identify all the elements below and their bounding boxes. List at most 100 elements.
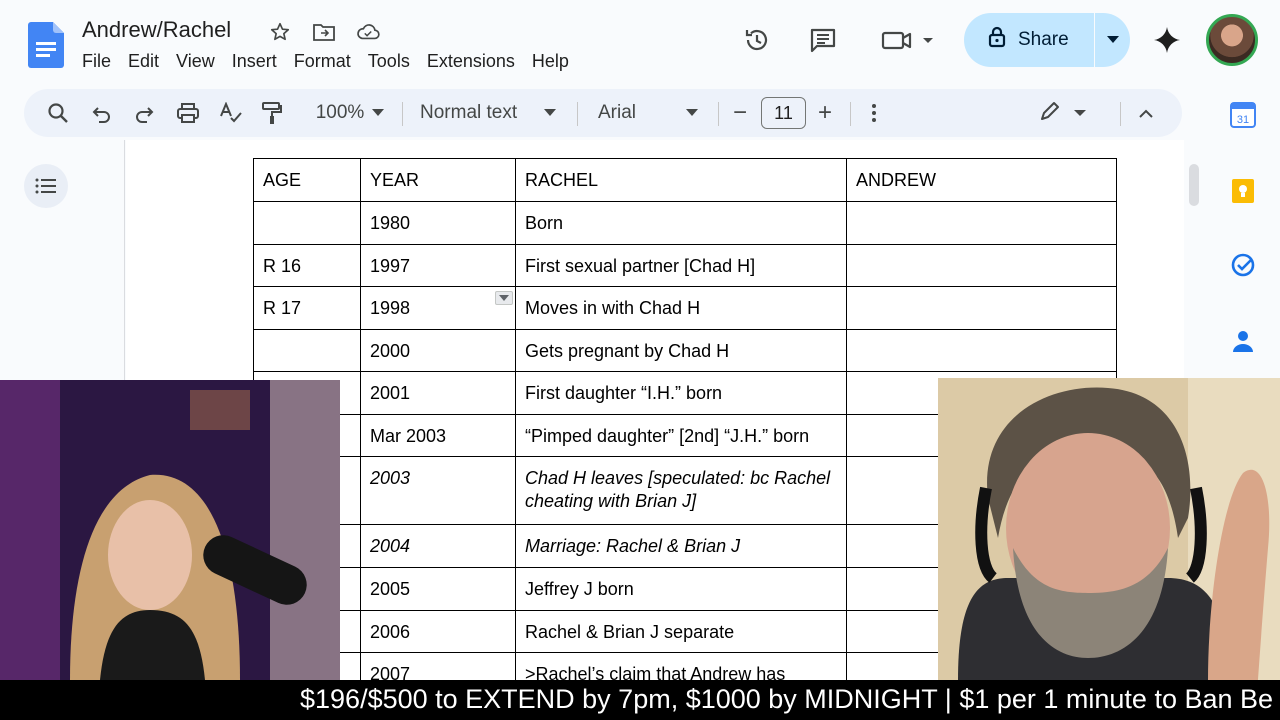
menu-insert[interactable]: Insert <box>232 50 292 72</box>
cell-year[interactable]: 1980 <box>360 201 516 245</box>
svg-text:31: 31 <box>1237 114 1249 126</box>
cell-year[interactable]: Mar 2003 <box>360 414 516 457</box>
star-icon[interactable] <box>268 20 292 44</box>
font-select[interactable]: Arial <box>598 89 678 137</box>
document-title[interactable]: Andrew/Rachel <box>82 17 231 43</box>
webcam-right <box>938 378 1280 680</box>
zoom-value: 100% <box>315 102 365 123</box>
cell-andrew[interactable] <box>846 201 1117 245</box>
font-dropdown-icon[interactable] <box>682 89 702 137</box>
cell-age[interactable] <box>253 201 361 245</box>
menu-help[interactable]: Help <box>532 50 584 72</box>
menu-tools[interactable]: Tools <box>368 50 425 72</box>
docs-logo-icon[interactable] <box>28 22 64 68</box>
cell-rachel[interactable]: Marriage: Rachel & Brian J <box>515 524 847 568</box>
user-avatar[interactable] <box>1206 14 1258 66</box>
cell-age[interactable] <box>253 329 361 372</box>
paint-format-icon[interactable] <box>258 89 286 137</box>
calendar-icon[interactable]: 31 <box>1229 101 1257 129</box>
style-dropdown-icon[interactable] <box>540 89 560 137</box>
cell-rachel[interactable]: “Pimped daughter” [2nd] “J.H.” born <box>515 414 847 457</box>
table-header-row: AGE YEAR RACHEL ANDREW <box>253 158 1117 202</box>
header-andrew[interactable]: ANDREW <box>846 158 1117 202</box>
toolbar-divider <box>850 102 851 126</box>
document-outline-icon[interactable] <box>24 164 68 208</box>
cell-rachel[interactable]: Gets pregnant by Chad H <box>515 329 847 372</box>
meet-video-icon[interactable] <box>880 24 936 56</box>
paragraph-style-value: Normal text <box>420 102 518 123</box>
cell-age[interactable]: R 16 <box>253 244 361 287</box>
decrease-font-size-label: − <box>732 99 747 126</box>
vertical-scrollbar[interactable] <box>1189 164 1199 206</box>
move-folder-icon[interactable] <box>312 20 336 44</box>
contacts-icon[interactable] <box>1229 327 1257 355</box>
cloud-saved-icon[interactable] <box>356 20 380 44</box>
menu-format[interactable]: Format <box>294 50 366 72</box>
share-button-group: Share <box>964 13 1130 67</box>
editing-mode-icon[interactable] <box>1036 89 1092 137</box>
keep-icon[interactable] <box>1229 177 1257 205</box>
collapse-menus-icon[interactable] <box>1134 89 1158 137</box>
header-age[interactable]: AGE <box>253 158 361 202</box>
cell-rachel[interactable]: First daughter “I.H.” born <box>515 371 847 415</box>
cell-year[interactable]: 2003 <box>360 456 516 525</box>
share-label: Share <box>1018 29 1069 50</box>
menu-edit[interactable]: Edit <box>128 50 174 72</box>
search-menus-icon[interactable] <box>44 89 72 137</box>
cell-age[interactable]: R 17 <box>253 286 361 330</box>
font-size-input[interactable]: 11 <box>761 97 806 129</box>
cell-year[interactable]: 2006 <box>360 610 516 653</box>
cell-year[interactable]: 1997 <box>360 244 516 287</box>
version-history-icon[interactable] <box>741 24 773 56</box>
toolbar-divider <box>402 102 403 126</box>
cell-year[interactable]: 2004 <box>360 524 516 568</box>
cell-year[interactable]: 2001 <box>360 371 516 415</box>
toolbar-divider <box>577 102 578 126</box>
ticker-text: $196/$500 to EXTEND by 7pm, $1000 by MID… <box>300 684 1274 714</box>
font-value: Arial <box>598 102 637 123</box>
cell-year[interactable]: 2005 <box>360 567 516 611</box>
cell-rachel[interactable]: Moves in with Chad H <box>515 286 847 330</box>
gemini-sparkle-icon[interactable] <box>1151 24 1183 56</box>
left-margin-rule <box>124 140 125 380</box>
cell-dropdown-icon[interactable] <box>495 291 513 305</box>
toolbar-divider <box>718 102 719 126</box>
title-actions <box>268 20 380 44</box>
menu-extensions[interactable]: Extensions <box>427 50 530 72</box>
header-rachel[interactable]: RACHEL <box>515 158 847 202</box>
toolbar-divider <box>1120 102 1121 126</box>
cell-rachel[interactable]: Rachel & Brian J separate <box>515 610 847 653</box>
paragraph-style-select[interactable]: Normal text <box>420 89 530 137</box>
cell-rachel[interactable]: Chad H leaves [speculated: bc Rachel che… <box>515 456 847 525</box>
cell-andrew[interactable] <box>846 286 1117 330</box>
tasks-icon[interactable] <box>1229 251 1257 279</box>
print-icon[interactable] <box>174 89 202 137</box>
table-row: 1980 Born <box>253 201 1117 245</box>
cell-andrew[interactable] <box>846 244 1117 287</box>
donation-ticker: $196/$500 to EXTEND by 7pm, $1000 by MID… <box>0 680 1280 720</box>
share-button[interactable]: Share <box>964 13 1094 67</box>
app-window: Andrew/Rachel File Edit View Insert Form… <box>0 0 1280 720</box>
cell-year[interactable]: 1998 <box>360 286 516 330</box>
lock-icon <box>988 26 1006 54</box>
cell-rachel[interactable]: First sexual partner [Chad H] <box>515 244 847 287</box>
menu-file[interactable]: File <box>82 50 126 72</box>
cell-year[interactable]: 2000 <box>360 329 516 372</box>
redo-icon[interactable] <box>130 89 158 137</box>
header-year[interactable]: YEAR <box>360 158 516 202</box>
decrease-font-size-button[interactable]: − <box>728 89 752 137</box>
share-dropdown-icon[interactable] <box>1095 36 1130 44</box>
menu-bar: File Edit View Insert Format Tools Exten… <box>82 50 586 72</box>
comments-icon[interactable] <box>807 24 839 56</box>
zoom-dropdown-icon[interactable] <box>368 89 388 137</box>
table-row: R 16 1997 First sexual partner [Chad H] <box>253 244 1117 287</box>
increase-font-size-button[interactable]: + <box>813 89 837 137</box>
undo-icon[interactable] <box>88 89 116 137</box>
menu-view[interactable]: View <box>176 50 230 72</box>
cell-rachel[interactable]: Born <box>515 201 847 245</box>
cell-rachel[interactable]: Jeffrey J born <box>515 567 847 611</box>
more-options-icon[interactable] <box>864 89 884 137</box>
cell-andrew[interactable] <box>846 329 1117 372</box>
spellcheck-icon[interactable] <box>217 89 245 137</box>
zoom-select[interactable]: 100% <box>304 89 376 137</box>
